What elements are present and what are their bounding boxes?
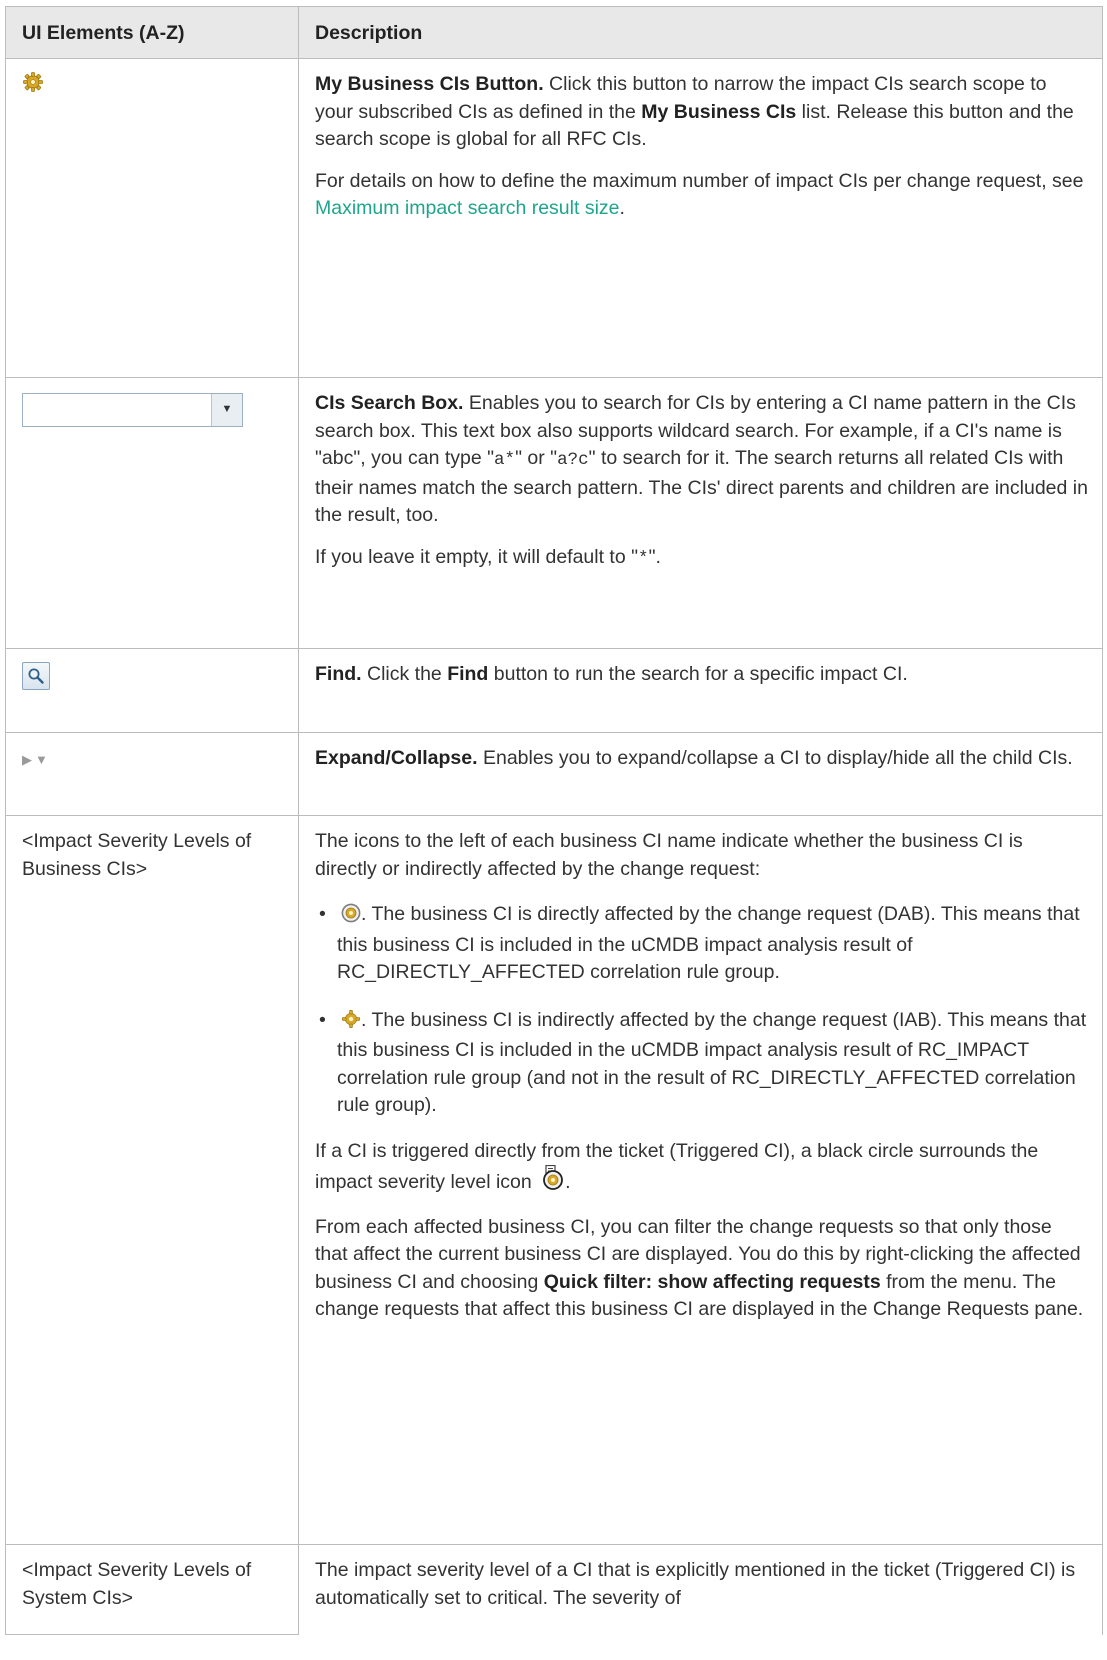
description-cell: CIs Search Box. Enables you to search fo… — [298, 377, 1103, 649]
gear-icon[interactable] — [22, 71, 44, 102]
description-text: . The business CI is indirectly affected… — [337, 1008, 1087, 1117]
direct-impact-icon — [341, 903, 361, 932]
column-header-description: Description — [298, 6, 1103, 59]
table-row: <Impact Severity Levels of Business CIs>… — [5, 815, 1103, 1545]
element-title: Find. — [315, 663, 362, 685]
element-title: CIs Search Box. — [315, 392, 464, 414]
ui-elements-table: UI Elements (A-Z) Description My Busines… — [5, 6, 1103, 1635]
column-header-ui-elements: UI Elements (A-Z) — [5, 6, 299, 59]
description-text: . — [565, 1171, 571, 1193]
table-row: My Business CIs Button. Click this butto… — [5, 58, 1103, 378]
element-title: My Business CIs Button. — [315, 73, 544, 95]
element-label: <Impact Severity Levels of System CIs> — [22, 1559, 252, 1609]
bullet: • — [319, 1008, 326, 1031]
description-cell: The icons to the left of each business C… — [298, 815, 1103, 1545]
bullet: • — [319, 903, 326, 925]
description-text: Enables you to expand/collapse a CI to d… — [477, 747, 1073, 769]
description-text: button to run the search for a specific … — [488, 663, 908, 685]
ui-element-cell: <Impact Severity Levels of Business CIs> — [5, 815, 299, 1545]
description-cell: Find. Click the Find button to run the s… — [298, 648, 1103, 733]
ui-element-cell — [5, 648, 299, 733]
description-text: . The business CI is directly affected b… — [337, 903, 1080, 983]
combobox-field[interactable] — [23, 394, 211, 426]
ui-element-cell — [5, 58, 299, 378]
max-impact-search-link[interactable]: Maximum impact search result size — [315, 197, 620, 219]
description-text: If you leave it empty, it will default t… — [315, 545, 639, 568]
ui-element-cell: ▼ — [5, 377, 299, 649]
description-cell: Expand/Collapse. Enables you to expand/c… — [298, 732, 1103, 816]
cis-search-combobox[interactable]: ▼ — [22, 393, 243, 427]
bold-term: Find — [447, 663, 489, 685]
bold-term: Quick filter: show affecting requests — [543, 1270, 881, 1293]
chevron-down-icon[interactable]: ▼ — [211, 394, 242, 426]
code-text: * — [638, 548, 649, 569]
severity-list: • . The business CI is directly affected… — [315, 901, 1088, 1120]
table-header-row: UI Elements (A-Z) Description — [5, 6, 1103, 59]
gear-icon — [341, 1009, 361, 1038]
description-text: For details on how to define the maximum… — [315, 169, 1084, 192]
search-icon[interactable] — [22, 662, 50, 690]
table-row: <Impact Severity Levels of System CIs> T… — [5, 1544, 1103, 1635]
description-text: ". — [648, 545, 661, 568]
description-text: If a CI is triggered directly from the t… — [315, 1139, 1039, 1194]
table-row: ▶▼ Expand/Collapse. Enables you to expan… — [5, 732, 1103, 816]
bold-term: My Business CIs — [641, 100, 797, 123]
element-label: <Impact Severity Levels of Business CIs> — [22, 830, 252, 880]
ui-element-cell: ▶▼ — [5, 732, 299, 816]
element-title: Expand/Collapse. — [315, 747, 478, 769]
ui-element-cell: <Impact Severity Levels of System CIs> — [5, 1544, 299, 1635]
description-text: Click the — [361, 663, 448, 685]
description-text: . — [619, 197, 625, 219]
description-cell: The impact severity level of a CI that i… — [298, 1544, 1103, 1635]
code-text: a?c — [557, 450, 589, 470]
expand-collapse-icon[interactable]: ▶▼ — [22, 752, 51, 767]
description-text: The icons to the left of each business C… — [315, 830, 1023, 880]
description-text: The impact severity level of a CI that i… — [315, 1559, 1076, 1609]
description-cell: My Business CIs Button. Click this butto… — [298, 58, 1103, 378]
description-text: " or " — [515, 447, 558, 469]
code-text: a* — [494, 450, 516, 470]
list-item: • . The business CI is directly affected… — [315, 901, 1088, 987]
table-row: Find. Click the Find button to run the s… — [5, 648, 1103, 733]
table-row: ▼ CIs Search Box. Enables you to search … — [5, 377, 1103, 649]
list-item: • . The business CI is indirectly affect… — [315, 1007, 1088, 1120]
triggered-ci-icon — [541, 1164, 565, 1200]
